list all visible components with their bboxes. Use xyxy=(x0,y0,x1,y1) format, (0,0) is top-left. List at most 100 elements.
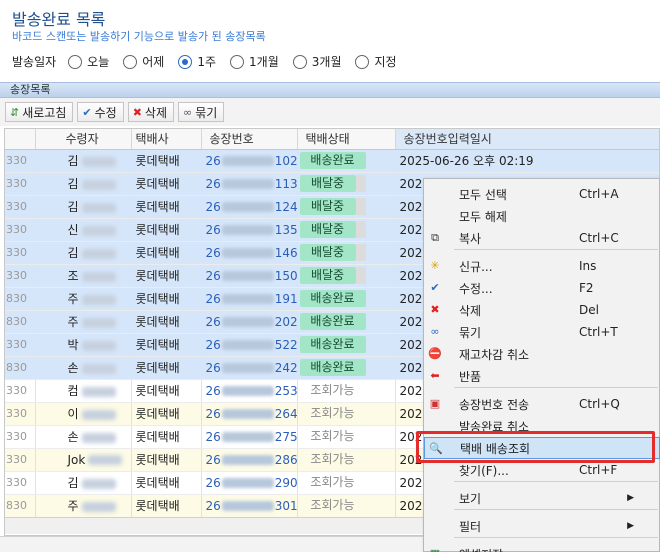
menu-item-4[interactable]: ✳ 신규... Ins xyxy=(424,255,660,277)
status-badge: 배송완료 xyxy=(299,152,366,169)
redacted-text xyxy=(221,501,274,511)
tracking-cell[interactable]: 26 522 xyxy=(201,333,298,357)
menu-item-12[interactable]: 🔍 택배 배송조회 xyxy=(424,437,660,459)
menu-item-14[interactable]: 보기 ▶ xyxy=(424,487,660,509)
recipient-cell: Jok xyxy=(35,448,132,472)
recipient-cell: 신 xyxy=(35,218,132,242)
redacted-text xyxy=(221,294,274,304)
menu-item-label: 삭제 xyxy=(459,303,482,318)
tracking-cell[interactable]: 26 124 xyxy=(201,195,298,219)
column-header-status[interactable]: 택배상태 xyxy=(297,129,396,150)
copy-icon: ⧉ xyxy=(431,231,439,244)
menu-item-10[interactable]: ▣ 송장번호 전송 Ctrl+Q xyxy=(424,393,660,415)
date-cell: 2025-06-26 오후 02:19 xyxy=(395,149,659,173)
menu-item-1[interactable]: 모두 선택 Ctrl+A xyxy=(424,183,660,205)
tracking-suffix: 290 xyxy=(274,475,297,490)
carrier-cell: 롯데택배 xyxy=(131,356,202,380)
status-badge: 배송완료 xyxy=(299,313,366,330)
menu-item-13[interactable]: 찾기(F)... Ctrl+F xyxy=(424,459,660,481)
row-index: 830 xyxy=(5,356,36,380)
tracking-cell[interactable]: 26 290 xyxy=(201,471,298,495)
row-index: 830 xyxy=(5,287,36,311)
menu-item-6[interactable]: ✖ 삭제 Del xyxy=(424,299,660,321)
carrier-cell: 롯데택배 xyxy=(131,287,202,311)
menu-item-8[interactable]: ⛔ 재고차감 취소 xyxy=(424,343,660,365)
tracking-cell[interactable]: 26 146 xyxy=(201,241,298,265)
recipient-cell: 주 xyxy=(35,310,132,334)
submenu-arrow-icon: ▶ xyxy=(627,493,634,503)
bundle-button[interactable]: ∞ 묶기 xyxy=(178,102,225,122)
column-header-recipient[interactable]: 수령자 xyxy=(35,129,132,150)
radio-1week[interactable]: 1주 xyxy=(178,53,216,70)
menu-item-11[interactable]: 발송완료 취소 xyxy=(424,415,660,437)
menu-item-label: 찾기(F)... xyxy=(459,463,509,478)
menu-item-15[interactable]: 필터 ▶ xyxy=(424,515,660,537)
tracking-cell[interactable]: 26 253 xyxy=(201,379,298,403)
radio-circle[interactable] xyxy=(292,54,307,69)
redacted-text xyxy=(221,340,274,350)
delete-button[interactable]: ✖ 삭제 xyxy=(127,102,175,122)
menu-item-3[interactable]: ⧉ 복사 Ctrl+C xyxy=(424,227,660,249)
column-header-index[interactable] xyxy=(5,129,36,150)
redacted-text xyxy=(81,225,116,236)
radio-circle-checked[interactable] xyxy=(178,54,193,69)
tracking-cell[interactable]: 26 275 xyxy=(201,425,298,449)
tracking-prefix: 26 xyxy=(205,291,221,306)
redacted-text xyxy=(221,271,274,281)
menu-item-7[interactable]: ∞ 묶기 Ctrl+T xyxy=(424,321,660,343)
recipient-cell: 손 xyxy=(35,356,132,380)
radio-today[interactable]: 오늘 xyxy=(68,53,109,70)
column-header-carrier[interactable]: 택배사 xyxy=(131,129,202,150)
edit-button[interactable]: ✔ 수정 xyxy=(77,102,124,122)
search-truck-icon: 🔍 xyxy=(429,442,443,455)
menu-item-shortcut: Ctrl+F xyxy=(579,463,618,477)
tracking-cell[interactable]: 26 113 xyxy=(201,172,298,196)
radio-custom[interactable]: 지정 xyxy=(355,53,397,70)
carrier-cell: 롯데택배 xyxy=(131,402,202,426)
tracking-cell[interactable]: 26 264 xyxy=(201,402,298,426)
radio-circle[interactable] xyxy=(68,54,83,69)
menu-item-label: 송장번호 전송 xyxy=(459,397,530,412)
radio-1month[interactable]: 1개월 xyxy=(230,53,279,70)
menu-item-2[interactable]: 모두 해제 xyxy=(424,205,660,227)
radio-circle[interactable] xyxy=(123,54,138,69)
return-icon: ⬅ xyxy=(430,369,440,382)
column-header-date[interactable]: 송장번호입력일시 xyxy=(395,129,659,150)
redacted-text xyxy=(81,386,116,397)
menu-item-9[interactable]: ⬅ 반품 xyxy=(424,365,660,387)
horizontal-scrollbar[interactable] xyxy=(5,517,425,534)
column-header-tracking[interactable]: 송장번호 xyxy=(201,129,298,150)
radio-3month[interactable]: 3개월 xyxy=(292,53,341,70)
tracking-prefix: 26 xyxy=(205,452,221,467)
status-cell: 조회가능 xyxy=(297,494,396,518)
tracking-cell[interactable]: 26 135 xyxy=(201,218,298,242)
radio-yesterday[interactable]: 어제 xyxy=(123,53,164,70)
tracking-cell[interactable]: 26 102 xyxy=(201,149,298,173)
tracking-cell[interactable]: 26 286 xyxy=(201,448,298,472)
tracking-prefix: 26 xyxy=(205,498,221,513)
recipient-name: 조 xyxy=(67,269,79,283)
refresh-button[interactable]: ⇵ 새로고침 xyxy=(5,102,74,122)
menu-item-16[interactable]: ▦ 엑셀저장 xyxy=(424,543,660,552)
menu-item-label: 필터 xyxy=(459,519,482,534)
redacted-text xyxy=(81,271,116,282)
menu-item-label: 묶기 xyxy=(459,325,482,340)
status-cell: 조회가능 xyxy=(297,425,396,449)
tracking-cell[interactable]: 26 301 xyxy=(201,494,298,518)
menu-item-5[interactable]: ✔ 수정... F2 xyxy=(424,277,660,299)
tracking-suffix: 253 xyxy=(274,383,297,398)
tracking-cell[interactable]: 26 242 xyxy=(201,356,298,380)
radio-circle[interactable] xyxy=(230,54,245,69)
tracking-cell[interactable]: 26 150 xyxy=(201,264,298,288)
tracking-cell[interactable]: 26 191 xyxy=(201,287,298,311)
radio-circle[interactable] xyxy=(355,54,370,69)
tracking-prefix: 26 xyxy=(205,429,221,444)
menu-item-label: 모두 해제 xyxy=(459,209,507,224)
carrier-cell: 롯데택배 xyxy=(131,471,202,495)
recipient-name: 김 xyxy=(67,154,79,168)
tracking-suffix: 150 xyxy=(274,268,297,283)
status-cell: 배송완료 xyxy=(297,287,396,311)
tracking-cell[interactable]: 26 202 xyxy=(201,310,298,334)
table-row[interactable]: 330 김 롯데택배 26 102 배송완료 2025-06-26 오후 02:1… xyxy=(5,149,659,173)
tracking-prefix: 26 xyxy=(205,268,221,283)
